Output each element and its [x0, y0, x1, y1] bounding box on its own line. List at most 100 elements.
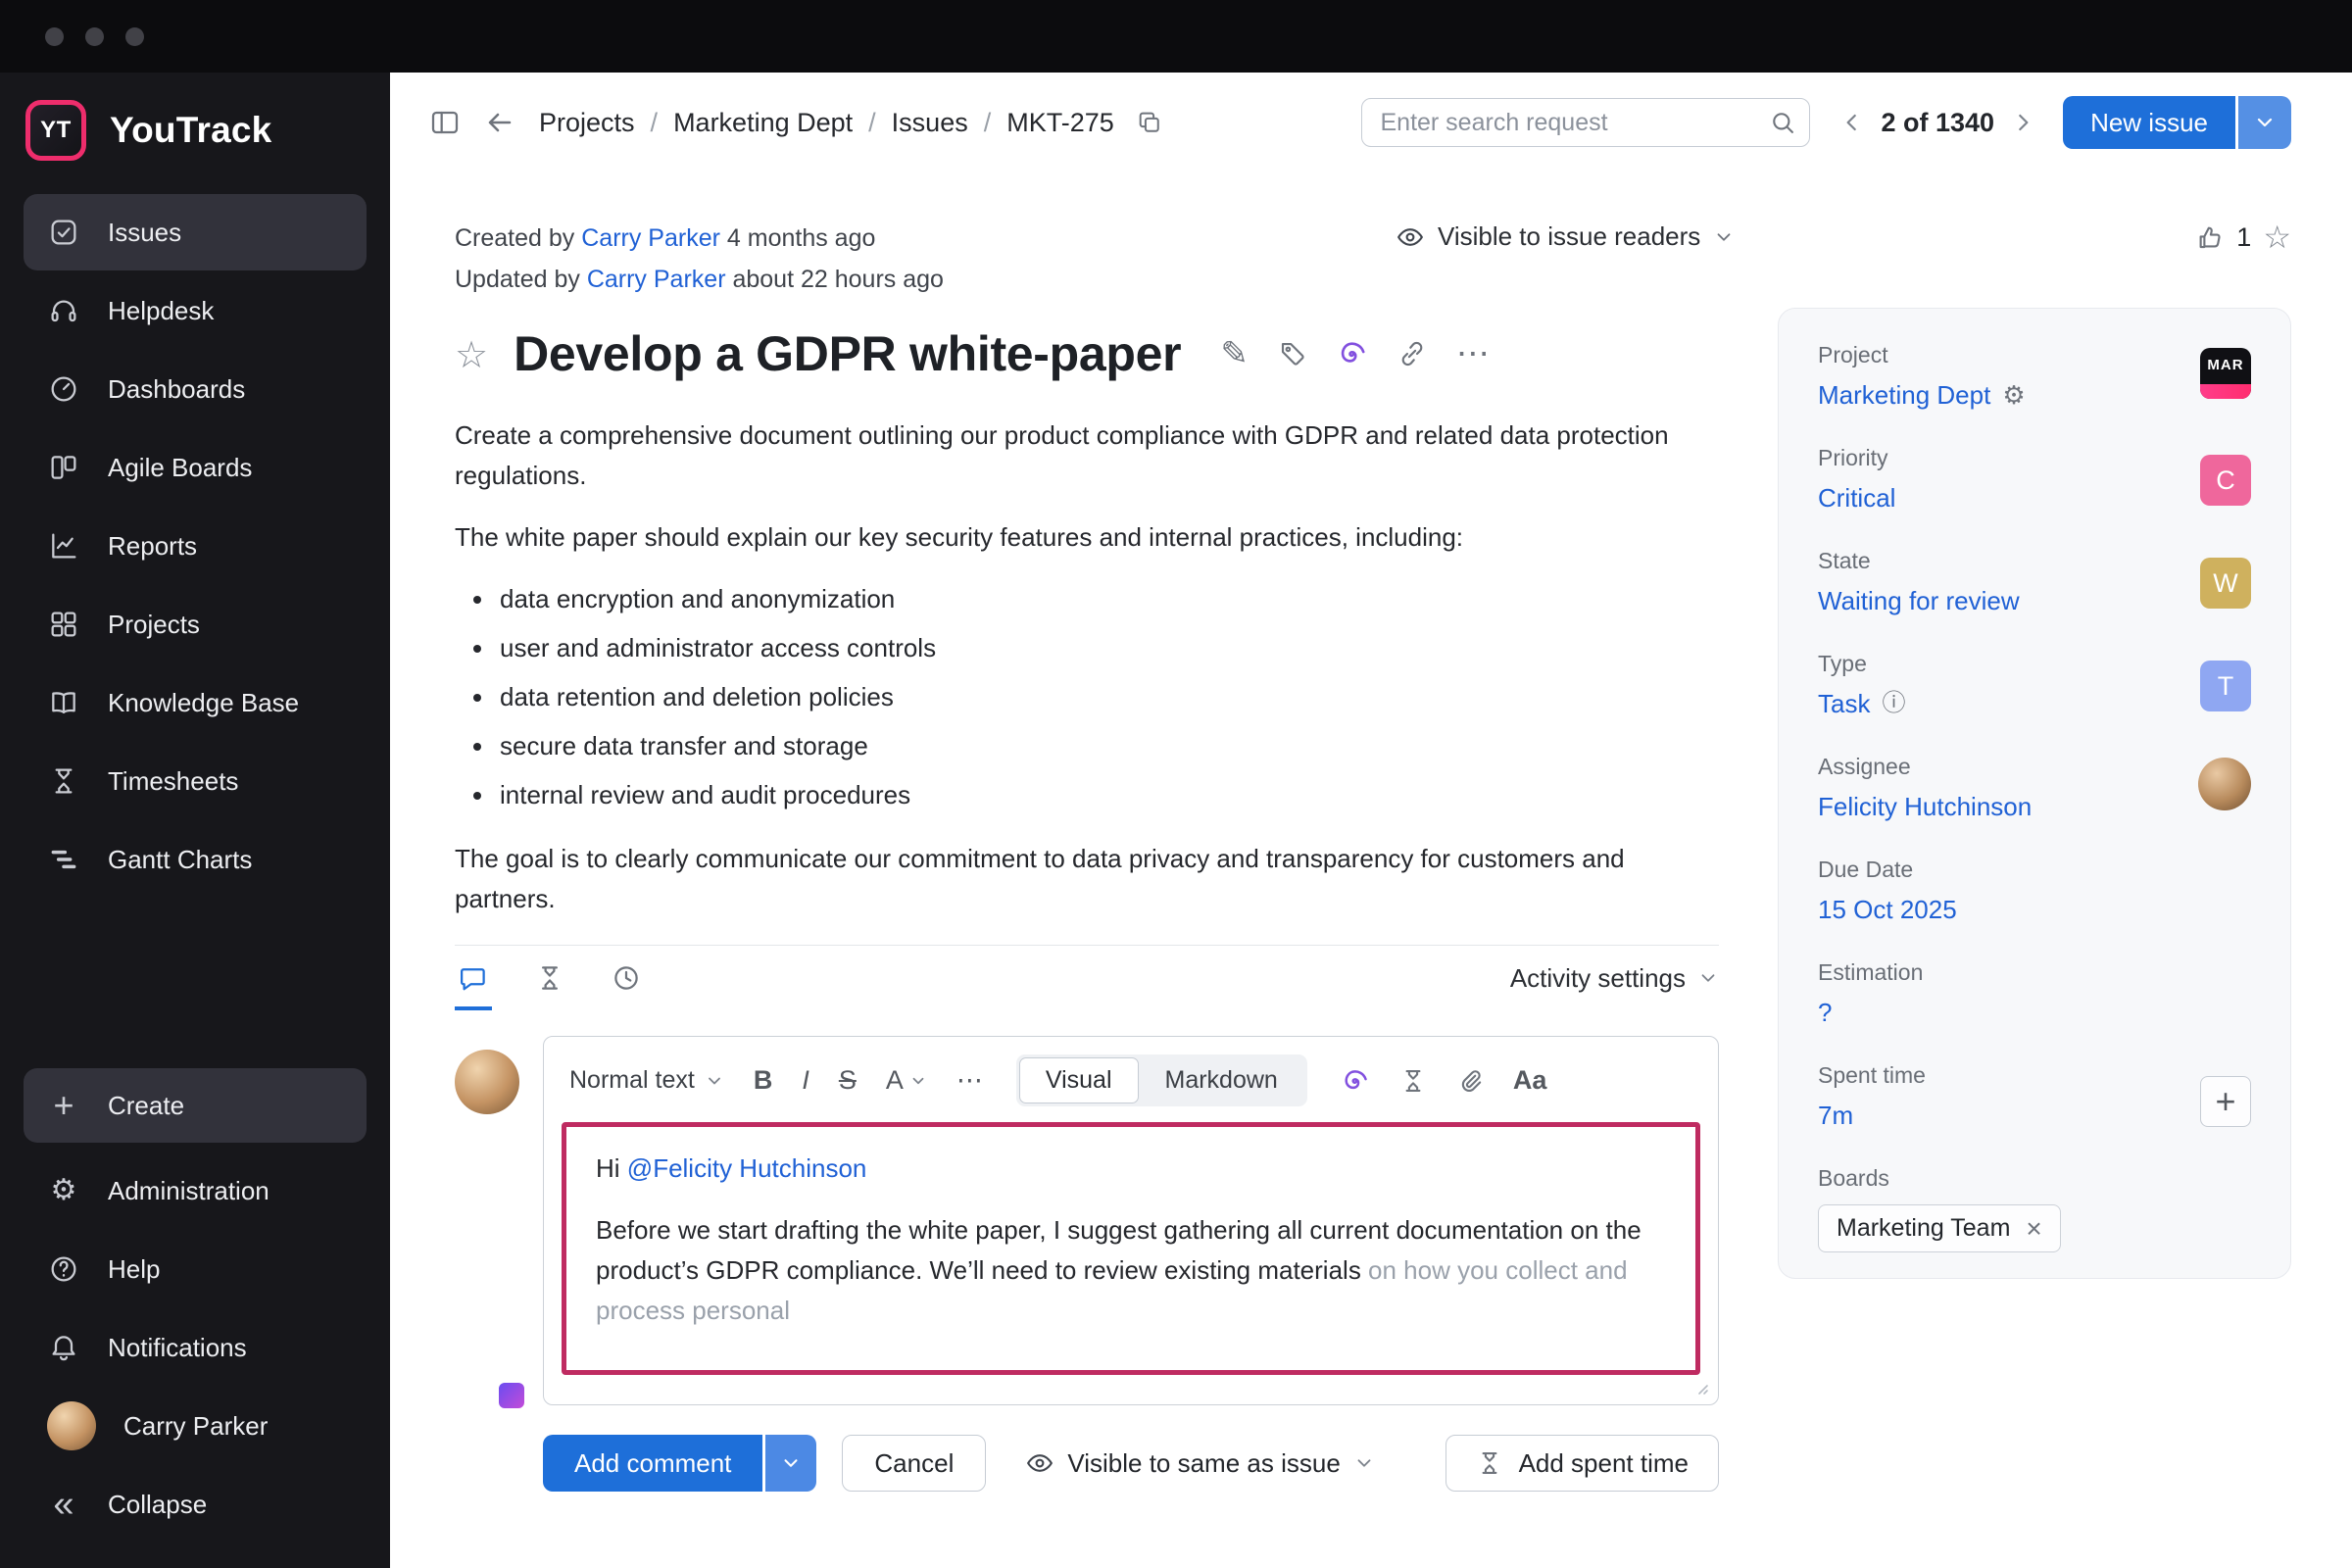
more-formatting-icon[interactable]: ⋯: [956, 1067, 983, 1094]
sidebar-item-helpdesk[interactable]: Helpdesk: [24, 272, 367, 349]
project-value[interactable]: Marketing Dept: [1818, 377, 1990, 413]
star-icon[interactable]: ☆: [2263, 221, 2291, 253]
window-control-dot[interactable]: [45, 26, 64, 46]
breadcrumb-issue-id[interactable]: MKT-275: [1006, 108, 1114, 138]
bold-button[interactable]: B: [754, 1067, 773, 1094]
cancel-button[interactable]: Cancel: [842, 1435, 987, 1492]
sidebar-item-agile-boards[interactable]: Agile Boards: [24, 429, 367, 506]
field-label: Spent time: [1818, 1062, 1926, 1088]
search-input[interactable]: [1361, 98, 1811, 147]
add-comment-button[interactable]: Add comment: [543, 1435, 763, 1492]
paragraph-style-dropdown[interactable]: Normal text: [569, 1066, 724, 1095]
updated-author-link[interactable]: Carry Parker: [587, 266, 726, 293]
issue-fields-panel: Project Marketing Dept ⚙ MAR Priority Cr…: [1778, 308, 2291, 1279]
italic-button[interactable]: I: [802, 1067, 809, 1094]
activity-settings-label: Activity settings: [1509, 962, 1686, 993]
chevron-right-icon[interactable]: [2010, 110, 2035, 135]
stars-count: 1: [2236, 221, 2252, 252]
text-size-button[interactable]: Aa: [1513, 1065, 1547, 1096]
thumbs-up-icon[interactable]: [2195, 222, 2225, 252]
comment-input-area[interactable]: Hi @Felicity Hutchinson Before we start …: [562, 1122, 1700, 1375]
ai-assistant-icon[interactable]: [1337, 338, 1368, 369]
breadcrumb-issues[interactable]: Issues: [892, 108, 968, 138]
markdown-mode-button[interactable]: Markdown: [1139, 1057, 1304, 1103]
add-comment-dropdown-button[interactable]: [765, 1435, 817, 1492]
field-project: Project Marketing Dept ⚙ MAR: [1818, 342, 2251, 413]
sidebar-item-issues[interactable]: Issues: [24, 194, 367, 270]
eye-icon: [1396, 222, 1425, 252]
new-issue-dropdown-button[interactable]: [2238, 96, 2291, 149]
visibility-dropdown[interactable]: Visible to issue readers: [1396, 221, 1735, 252]
sidebar-item-timesheets[interactable]: Timesheets: [24, 743, 367, 819]
window-control-dot[interactable]: [125, 26, 144, 46]
new-issue-button[interactable]: New issue: [2063, 96, 2235, 149]
due-date-value[interactable]: 15 Oct 2025: [1818, 892, 1957, 927]
sidebar-item-notifications[interactable]: Notifications: [24, 1309, 367, 1386]
comment-visibility-dropdown[interactable]: Visible to same as issue: [1025, 1448, 1374, 1479]
hourglass-icon: [542, 966, 558, 990]
sidebar-item-collapse[interactable]: « Collapse: [24, 1466, 367, 1543]
tab-spent-time[interactable]: [531, 946, 568, 1010]
gear-icon[interactable]: ⚙: [2002, 382, 2025, 408]
add-comment-label: Add comment: [574, 1447, 732, 1478]
copy-icon[interactable]: [1136, 109, 1163, 136]
more-actions-icon[interactable]: ⋯: [1456, 337, 1490, 370]
type-value[interactable]: Task: [1818, 686, 1870, 721]
sidebar-toggle-icon[interactable]: [429, 107, 461, 138]
comment-greeting: Hi: [596, 1153, 620, 1183]
search-icon[interactable]: [1769, 109, 1796, 136]
sidebar-item-knowledge-base[interactable]: Knowledge Base: [24, 664, 367, 741]
chevron-left-icon[interactable]: [1839, 110, 1865, 135]
sidebar-item-dashboards[interactable]: Dashboards: [24, 351, 367, 427]
mention-link[interactable]: @Felicity Hutchinson: [627, 1153, 867, 1183]
comment-bubble-icon: [461, 968, 485, 991]
sidebar-item-profile[interactable]: Carry Parker: [24, 1388, 367, 1464]
priority-badge[interactable]: C: [2200, 455, 2251, 506]
sidebar-item-reports[interactable]: Reports: [24, 508, 367, 584]
spent-time-value[interactable]: 7m: [1818, 1098, 1853, 1133]
sidebar-item-projects[interactable]: Projects: [24, 586, 367, 662]
assignee-value[interactable]: Felicity Hutchinson: [1818, 789, 2032, 824]
tab-comments[interactable]: [455, 946, 492, 1010]
create-button[interactable]: + Create: [24, 1068, 367, 1143]
type-badge[interactable]: T: [2200, 661, 2251, 711]
editor-mode-toggle: Visual Markdown: [1015, 1054, 1307, 1106]
sidebar-item-administration[interactable]: ⚙ Administration: [24, 1152, 367, 1229]
tag-icon[interactable]: [1278, 339, 1307, 368]
info-icon[interactable]: ⓘ: [1882, 692, 1905, 715]
user-avatar: [47, 1401, 96, 1450]
priority-value[interactable]: Critical: [1818, 480, 1895, 515]
link-icon[interactable]: [1397, 339, 1427, 368]
strikethrough-button[interactable]: S: [839, 1067, 857, 1094]
edit-pencil-icon[interactable]: ✎: [1220, 337, 1249, 370]
sidebar-item-help[interactable]: Help: [24, 1231, 367, 1307]
app-logo[interactable]: YT YouTrack: [0, 73, 390, 194]
board-chip[interactable]: Marketing Team ×: [1818, 1204, 2061, 1252]
sidebar-item-gantt-charts[interactable]: Gantt Charts: [24, 821, 367, 898]
breadcrumb-projects[interactable]: Projects: [539, 108, 635, 138]
sidebar-item-label: Helpdesk: [108, 295, 215, 325]
state-badge[interactable]: W: [2200, 558, 2251, 609]
chevron-down-icon: [1353, 1452, 1375, 1474]
hourglass-icon[interactable]: [1399, 1067, 1427, 1095]
attachment-icon[interactable]: [1456, 1067, 1484, 1095]
star-issue-icon[interactable]: ☆: [455, 337, 488, 374]
resize-handle[interactable]: [1692, 1379, 1710, 1396]
state-value[interactable]: Waiting for review: [1818, 583, 2020, 618]
add-spent-time-field-button[interactable]: +: [2200, 1076, 2251, 1127]
breadcrumb-project[interactable]: Marketing Dept: [673, 108, 853, 138]
created-author-link[interactable]: Carry Parker: [581, 224, 720, 252]
back-arrow-icon[interactable]: [484, 107, 515, 138]
activity-settings-dropdown[interactable]: Activity settings: [1510, 963, 1719, 994]
description-bullet-list: data encryption and anonymization user a…: [455, 579, 1719, 815]
add-spent-time-button[interactable]: Add spent time: [1445, 1435, 1719, 1492]
remove-board-icon[interactable]: ×: [2026, 1214, 2041, 1243]
window-control-dot[interactable]: [85, 26, 104, 46]
field-label: Project: [1818, 342, 1888, 368]
ai-assistant-icon[interactable]: [1341, 1066, 1370, 1096]
tab-history[interactable]: [608, 946, 645, 1010]
estimation-value[interactable]: ?: [1818, 995, 1832, 1030]
board-chip-label: Marketing Team: [1837, 1214, 2011, 1242]
text-color-dropdown[interactable]: A: [886, 1067, 927, 1094]
visual-mode-button[interactable]: Visual: [1018, 1057, 1139, 1103]
